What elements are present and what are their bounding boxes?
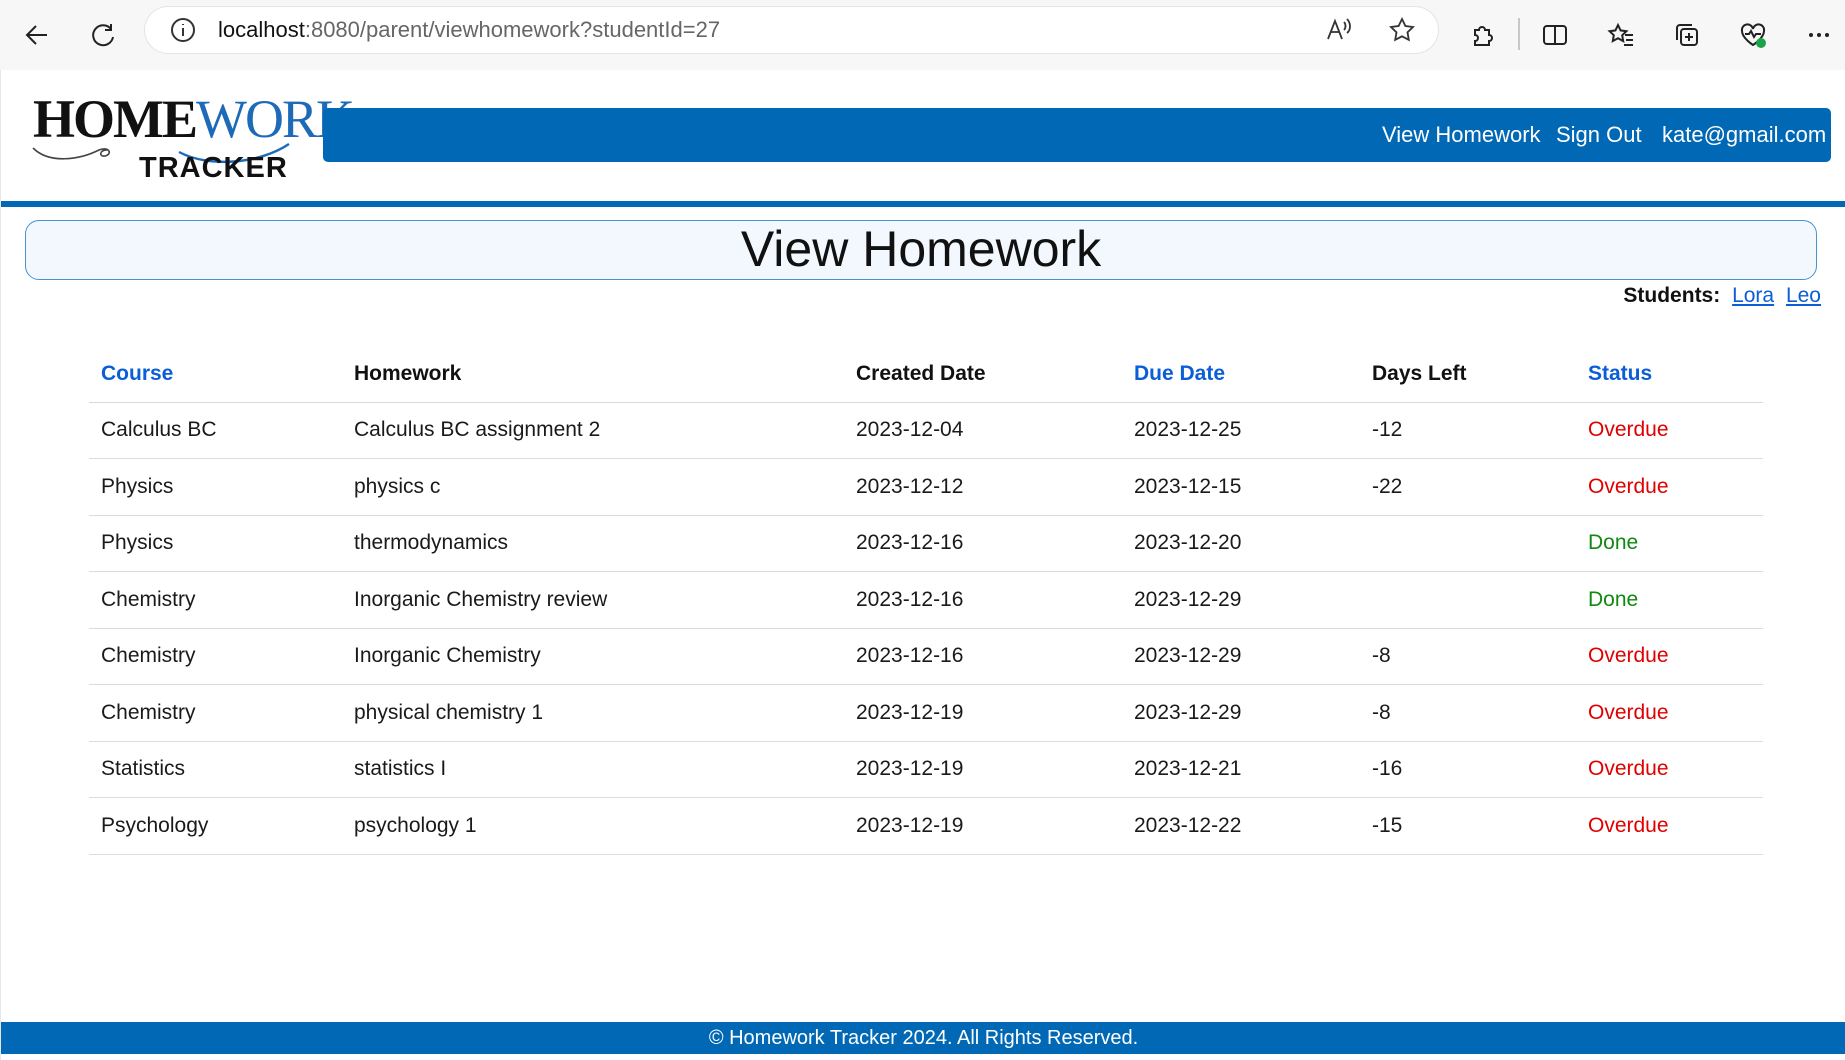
homework-cell: Calculus BC assignment 2 bbox=[342, 402, 844, 459]
url-text[interactable]: localhost:8080/parent/viewhomework?stude… bbox=[218, 7, 720, 53]
homework-cell: physics c bbox=[342, 458, 844, 516]
status-cell: Done bbox=[1576, 515, 1763, 572]
homework-table: Course Homework Created Date Due Date Da… bbox=[89, 346, 1763, 855]
days-left-cell: -16 bbox=[1360, 741, 1576, 798]
student-selector: Students: Lora Leo bbox=[1623, 284, 1821, 308]
nav-view-homework[interactable]: View Homework bbox=[1382, 108, 1541, 162]
site-footer: © Homework Tracker 2024. All Rights Rese… bbox=[1, 1022, 1845, 1054]
course-cell: Chemistry bbox=[89, 628, 342, 685]
status-cell: Overdue bbox=[1576, 628, 1763, 685]
refresh-icon[interactable] bbox=[78, 10, 128, 60]
sort-due-date-header[interactable]: Due Date bbox=[1122, 346, 1360, 403]
page-title-box: View Homework bbox=[25, 220, 1817, 280]
homework-cell: statistics I bbox=[342, 741, 844, 798]
due-date-cell: 2023-12-15 bbox=[1122, 458, 1360, 516]
created-date-cell: 2023-12-04 bbox=[844, 402, 1122, 459]
course-cell: Calculus BC bbox=[89, 402, 342, 459]
table-header-row: Course Homework Created Date Due Date Da… bbox=[89, 346, 1763, 403]
status-cell: Overdue bbox=[1576, 797, 1763, 855]
due-date-cell: 2023-12-21 bbox=[1122, 741, 1360, 798]
homework-header: Homework bbox=[342, 346, 844, 403]
table-row: Chemistry Inorganic Chemistry review 2023-… bbox=[89, 571, 1763, 629]
homework-cell: physical chemistry 1 bbox=[342, 684, 844, 742]
logo-subtitle: TRACKER bbox=[139, 152, 288, 184]
days-left-cell: -8 bbox=[1360, 628, 1576, 685]
course-cell: Chemistry bbox=[89, 684, 342, 742]
main-navbar: View Homework Sign Out kate@gmail.com bbox=[323, 108, 1831, 162]
table-row: Calculus BC Calculus BC assignment 2 2023-… bbox=[89, 402, 1763, 459]
created-date-cell: 2023-12-16 bbox=[844, 571, 1122, 629]
table-row: Chemistry Inorganic Chemistry 2023-12-16 20… bbox=[89, 628, 1763, 685]
status-cell: Overdue bbox=[1576, 741, 1763, 798]
collections-icon[interactable] bbox=[1662, 10, 1712, 60]
table-row: Physics thermodynamics 2023-12-16 2023-12-2… bbox=[89, 515, 1763, 572]
created-date-cell: 2023-12-19 bbox=[844, 797, 1122, 855]
table-row: Statistics statistics I 2023-12-19 2023-12-… bbox=[89, 741, 1763, 798]
created-date-cell: 2023-12-16 bbox=[844, 628, 1122, 685]
created-date-cell: 2023-12-19 bbox=[844, 741, 1122, 798]
split-screen-icon[interactable] bbox=[1530, 10, 1580, 60]
extensions-icon[interactable] bbox=[1458, 10, 1508, 60]
back-icon[interactable] bbox=[12, 10, 62, 60]
browser-toolbar: localhost:8080/parent/viewhomework?stude… bbox=[0, 0, 1845, 70]
table-row: Physics physics c 2023-12-12 2023-12-15 -22 O… bbox=[89, 458, 1763, 516]
site-header: HOMEWORK TRACKER View Homework Sign Out … bbox=[1, 70, 1845, 207]
toolbar-divider bbox=[1518, 18, 1520, 50]
nav-user-email[interactable]: kate@gmail.com bbox=[1662, 108, 1826, 162]
due-date-cell: 2023-12-29 bbox=[1122, 684, 1360, 742]
created-date-cell: 2023-12-16 bbox=[844, 515, 1122, 572]
created-date-cell: 2023-12-12 bbox=[844, 458, 1122, 516]
favorites-icon[interactable] bbox=[1596, 10, 1646, 60]
status-cell: Overdue bbox=[1576, 458, 1763, 516]
address-bar[interactable]: localhost:8080/parent/viewhomework?stude… bbox=[145, 7, 1438, 53]
students-label: Students: bbox=[1623, 284, 1721, 307]
status-cell: Overdue bbox=[1576, 684, 1763, 742]
homework-cell: Inorganic Chemistry bbox=[342, 628, 844, 685]
student-link-lora[interactable]: Lora bbox=[1732, 284, 1774, 307]
web-page: HOMEWORK TRACKER View Homework Sign Out … bbox=[0, 70, 1845, 1060]
days-left-cell: -15 bbox=[1360, 797, 1576, 855]
page-title: View Homework bbox=[740, 221, 1102, 277]
sort-status-header[interactable]: Status bbox=[1576, 346, 1763, 403]
due-date-cell: 2023-12-29 bbox=[1122, 628, 1360, 685]
due-date-cell: 2023-12-29 bbox=[1122, 571, 1360, 629]
days-left-cell bbox=[1360, 571, 1576, 629]
homework-tracker-logo[interactable]: HOMEWORK TRACKER bbox=[29, 84, 355, 194]
homework-cell: psychology 1 bbox=[342, 797, 844, 855]
created-date-header: Created Date bbox=[844, 346, 1122, 403]
browser-essentials-icon[interactable] bbox=[1728, 10, 1778, 60]
due-date-cell: 2023-12-20 bbox=[1122, 515, 1360, 572]
favorite-star-icon[interactable] bbox=[1388, 16, 1416, 44]
table-row: Psychology psychology 1 2023-12-19 2023-12-… bbox=[89, 797, 1763, 855]
days-left-cell: -12 bbox=[1360, 402, 1576, 459]
header-divider bbox=[1, 201, 1845, 207]
course-cell: Physics bbox=[89, 515, 342, 572]
read-aloud-icon[interactable] bbox=[1325, 16, 1353, 44]
course-cell: Statistics bbox=[89, 741, 342, 798]
homework-cell: thermodynamics bbox=[342, 515, 844, 572]
student-link-leo[interactable]: Leo bbox=[1786, 284, 1821, 307]
status-cell: Done bbox=[1576, 571, 1763, 629]
sort-course-header[interactable]: Course bbox=[89, 346, 342, 403]
table-row: Chemistry physical chemistry 1 2023-12-19 2… bbox=[89, 684, 1763, 742]
created-date-cell: 2023-12-19 bbox=[844, 684, 1122, 742]
days-left-cell: -22 bbox=[1360, 458, 1576, 516]
nav-sign-out[interactable]: Sign Out bbox=[1556, 108, 1642, 162]
site-info-icon[interactable] bbox=[169, 16, 197, 44]
course-cell: Psychology bbox=[89, 797, 342, 855]
due-date-cell: 2023-12-22 bbox=[1122, 797, 1360, 855]
due-date-cell: 2023-12-25 bbox=[1122, 402, 1360, 459]
homework-table-body: Calculus BC Calculus BC assignment 2 2023-… bbox=[89, 402, 1763, 855]
days-left-cell bbox=[1360, 515, 1576, 572]
days-left-header: Days Left bbox=[1360, 346, 1576, 403]
status-cell: Overdue bbox=[1576, 402, 1763, 459]
course-cell: Chemistry bbox=[89, 571, 342, 629]
more-options-icon[interactable] bbox=[1794, 10, 1844, 60]
homework-cell: Inorganic Chemistry review bbox=[342, 571, 844, 629]
course-cell: Physics bbox=[89, 458, 342, 516]
days-left-cell: -8 bbox=[1360, 684, 1576, 742]
